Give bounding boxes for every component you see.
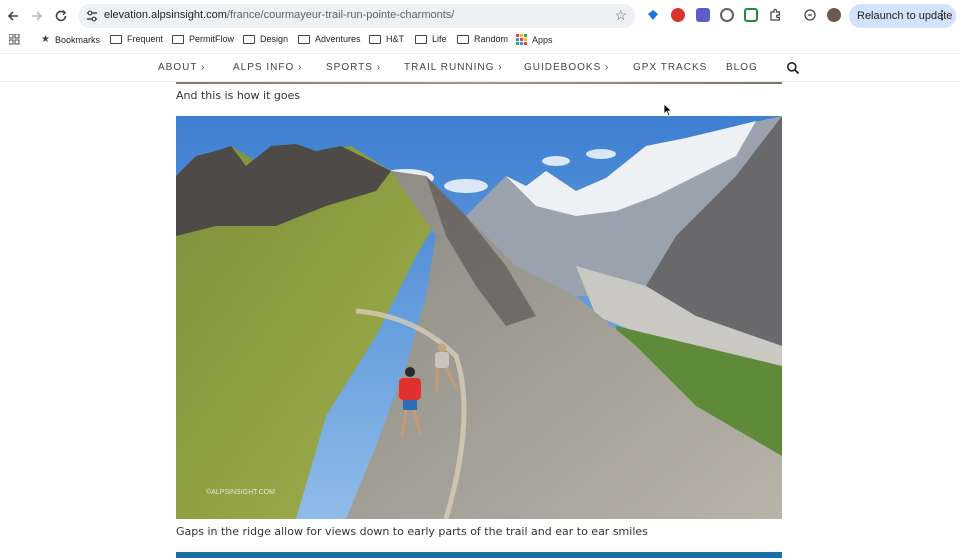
browser-toolbar: elevation.alpsinsight.com/france/courmay… [0,0,960,31]
nav-item-sports[interactable]: SPORTS › [326,62,381,73]
forward-icon[interactable] [27,6,47,26]
previous-image-edge [176,82,782,84]
reload-icon[interactable] [51,6,71,26]
extension-d-icon[interactable] [696,8,710,22]
address-bar[interactable]: elevation.alpsinsight.com/france/courmay… [78,4,635,28]
site-navigation: ABOUT › ALPS INFO › SPORTS › TRAIL RUNNI… [0,53,960,82]
relaunch-button[interactable]: Relaunch to update ⋮ [849,4,956,28]
bookmark-item-apps[interactable]: Apps [516,34,553,45]
caption-above-photo: And this is how it goes [176,89,301,102]
chevron-right-icon: › [376,62,382,73]
nav-item-guidebooks[interactable]: GUIDEBOOKS › [524,62,609,73]
site-info-icon[interactable] [84,8,100,24]
search-icon[interactable] [786,61,800,75]
folder-icon [172,34,184,44]
folder-icon [243,34,255,44]
extension-circle-icon[interactable] [720,8,734,22]
adblock-extension-icon[interactable] [671,8,685,22]
nav-item-alps-info[interactable]: ALPS INFO › [233,62,302,73]
apps-icon [516,34,527,45]
folder-icon [110,34,122,44]
back-icon[interactable] [3,6,23,26]
nav-item-blog[interactable]: BLOG [726,62,758,73]
trail-running-photo: ©ALPSINSIGHT.COM [176,116,782,519]
mouse-cursor-icon [663,103,673,117]
folder-icon [457,34,469,44]
bookmark-item-bookmarks[interactable]: ★ Bookmarks [41,34,100,45]
bookmark-item-random[interactable]: Random [457,34,508,44]
bookmark-item-design[interactable]: Design [243,34,288,44]
chevron-right-icon: › [201,62,206,73]
photo-watermark: ©ALPSINSIGHT.COM [206,488,275,496]
sync-icon[interactable] [803,8,817,22]
bookmark-item-ht[interactable]: H&T [369,34,404,44]
apps-grid-icon[interactable] [9,34,20,45]
bookmark-item-adventures[interactable]: Adventures [298,34,361,44]
bookmark-item-life[interactable]: Life [415,34,447,44]
extension-green-icon[interactable] [744,8,758,22]
bookmark-item-frequent[interactable]: Frequent [110,34,163,44]
extensions-puzzle-icon[interactable] [768,8,782,22]
bookmark-item-permitflow[interactable]: PermitFlow [172,34,234,44]
nav-item-gpx-tracks[interactable]: GPX TRACKS [633,62,707,73]
chevron-right-icon: › [498,62,503,73]
folder-icon [369,34,381,44]
url-text: elevation.alpsinsight.com/france/courmay… [104,9,455,21]
bookmark-star-icon[interactable]: ☆ [614,7,627,24]
bookmarks-bar: ★ Bookmarks Frequent PermitFlow Design Ad… [0,31,960,51]
next-image-edge [176,552,782,558]
profile-avatar[interactable] [827,8,841,22]
extension-tag-icon[interactable] [646,8,660,22]
nav-item-trail-running[interactable]: TRAIL RUNNING › [404,62,503,73]
chevron-right-icon: › [605,62,610,73]
star-icon: ★ [41,34,50,45]
more-menu-icon[interactable]: ⋮ [936,8,948,22]
folder-icon [298,34,310,44]
folder-icon [415,34,427,44]
caption-below-photo: Gaps in the ridge allow for views down t… [176,525,648,538]
nav-item-about[interactable]: ABOUT › [158,62,205,73]
chevron-right-icon: › [298,62,303,73]
